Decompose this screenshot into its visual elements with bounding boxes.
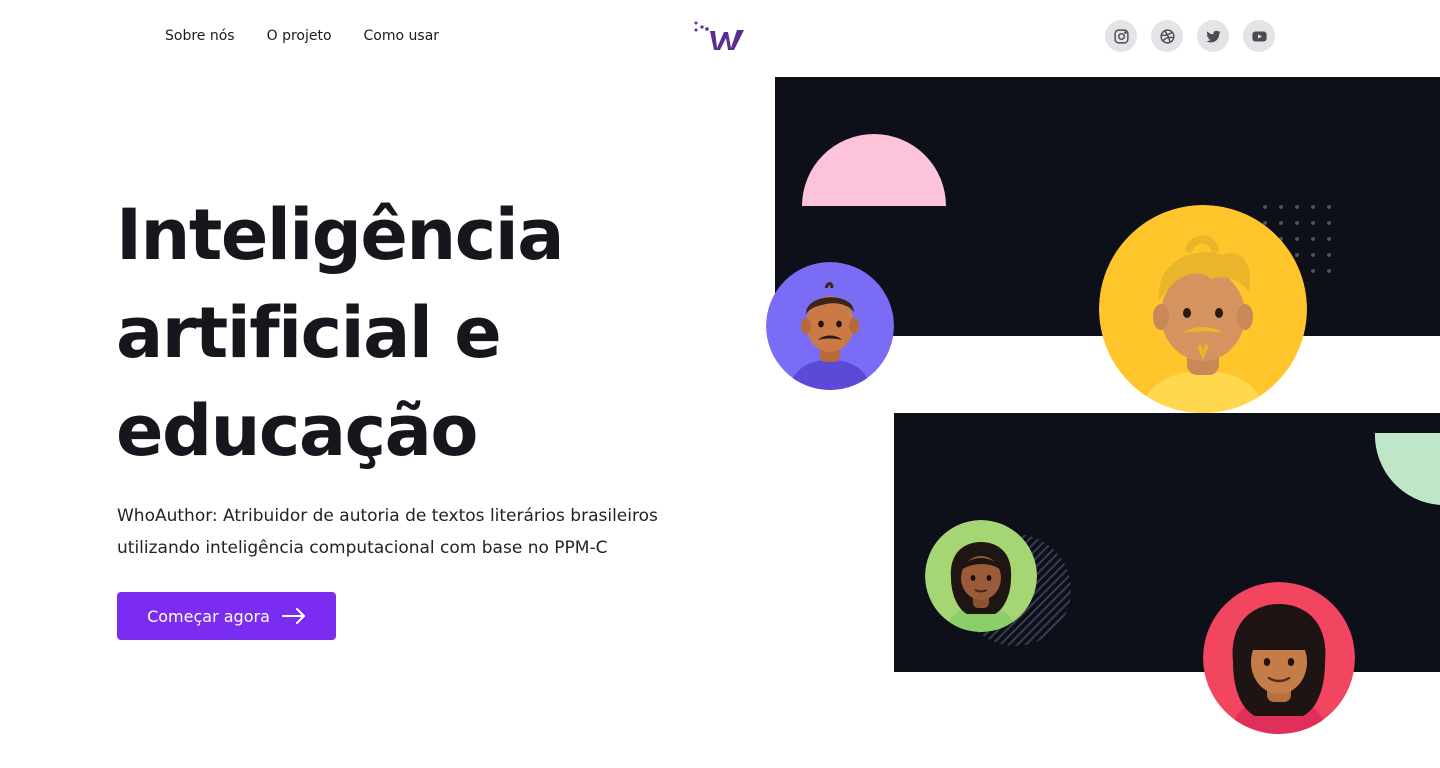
avatar-woman-red <box>1203 582 1355 734</box>
twitter-button[interactable] <box>1197 20 1229 52</box>
start-now-button[interactable]: Começar agora <box>117 592 336 640</box>
avatar-man-mustache <box>766 262 894 390</box>
social-links <box>1105 20 1275 52</box>
instagram-button[interactable] <box>1105 20 1137 52</box>
hero-title-line-2: artificial e <box>116 292 502 374</box>
whoauthor-logo-icon <box>694 21 744 50</box>
hero-title: Inteligência artificial e educação <box>116 186 676 480</box>
avatar-blonde-man <box>1099 205 1307 413</box>
arrow-right-icon <box>281 608 305 624</box>
dribbble-button[interactable] <box>1151 20 1183 52</box>
main-nav: Sobre nós O projeto Como usar <box>165 26 439 46</box>
hero-title-line-3: educação <box>116 390 478 472</box>
hero-title-line-1: Inteligência <box>116 194 564 276</box>
twitter-icon <box>1205 30 1221 42</box>
pink-half-circle <box>802 134 946 206</box>
nav-link-sobre-nos[interactable]: Sobre nós <box>165 26 235 46</box>
mint-quarter-circle <box>1375 433 1440 505</box>
instagram-icon <box>1113 28 1129 44</box>
whoauthor-logo[interactable] <box>693 20 747 52</box>
nav-link-o-projeto[interactable]: O projeto <box>267 26 332 46</box>
avatar-woman-green <box>925 520 1037 632</box>
start-now-label: Começar agora <box>147 606 270 626</box>
nav-link-como-usar[interactable]: Como usar <box>364 26 440 46</box>
dribbble-icon <box>1159 28 1175 44</box>
youtube-button[interactable] <box>1243 20 1275 52</box>
hero-subtitle: WhoAuthor: Atribuidor de autoria de text… <box>117 506 658 558</box>
youtube-icon <box>1251 31 1267 41</box>
